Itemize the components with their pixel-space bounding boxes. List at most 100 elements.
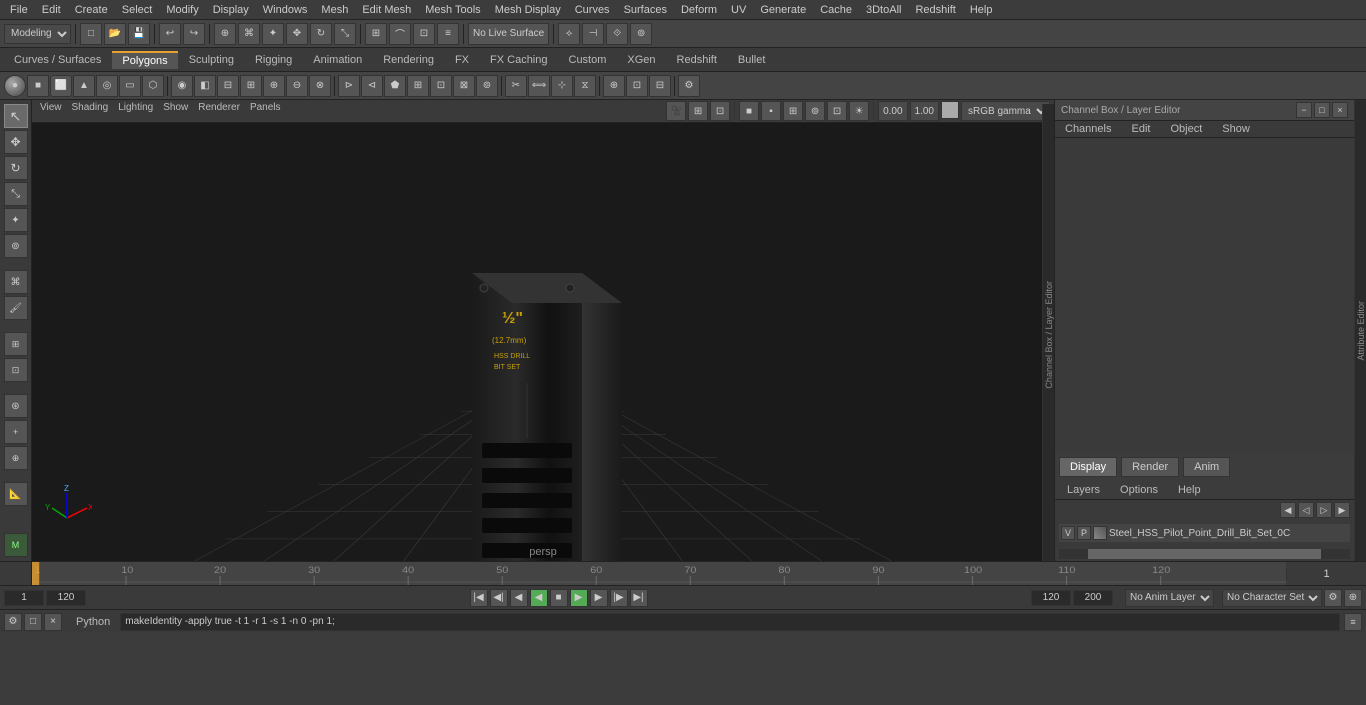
tab-animation[interactable]: Animation [303, 51, 372, 68]
shelf-mesh-separate[interactable]: ⊖ [286, 75, 308, 97]
tab-curves-surfaces[interactable]: Curves / Surfaces [4, 51, 111, 68]
shelf-nurbs-cylinder[interactable]: ⊟ [217, 75, 239, 97]
viewport-3d[interactable]: ½" (12.7mm) HSS DRILL BIT SET X [32, 123, 1054, 561]
tab-custom[interactable]: Custom [559, 51, 617, 68]
layer-playback-btn[interactable]: P [1077, 526, 1091, 540]
maya-logo-btn[interactable]: M [4, 533, 28, 557]
tweak-btn[interactable]: ⟐ [606, 23, 628, 45]
shelf-cylinder[interactable]: ⬜ [50, 75, 72, 97]
shelf-insert-loop[interactable]: ⟺ [528, 75, 550, 97]
menu-display[interactable]: Display [207, 3, 255, 17]
tab-rendering[interactable]: Rendering [373, 51, 444, 68]
play-end-field[interactable]: 120 [46, 590, 86, 606]
universal-manip-btn[interactable]: ✦ [4, 208, 28, 232]
shelf-nurbs-sphere[interactable]: ◉ [171, 75, 193, 97]
win-close-btn[interactable]: × [44, 613, 62, 631]
win-settings-btn[interactable]: ⚙ [4, 613, 22, 631]
menu-mesh-display[interactable]: Mesh Display [489, 3, 567, 17]
rotate-btn[interactable]: ↻ [310, 23, 332, 45]
scale-tool-btn[interactable]: ⤡ [4, 182, 28, 206]
shelf-bridge[interactable]: ⊲ [361, 75, 383, 97]
soft-select-btn[interactable]: ⟡ [558, 23, 580, 45]
shelf-more2[interactable]: ⊡ [626, 75, 648, 97]
menu-deform[interactable]: Deform [675, 3, 723, 17]
move-tool-btn[interactable]: ✥ [4, 130, 28, 154]
shelf-more1[interactable]: ⊕ [603, 75, 625, 97]
menu-generate[interactable]: Generate [754, 3, 812, 17]
sculpt-btn[interactable]: ⊛ [4, 394, 28, 418]
menu-uv[interactable]: UV [725, 3, 752, 17]
layer-nav-left[interactable]: ◀ [1280, 502, 1296, 518]
channel-box-strip[interactable]: Channel Box / Layer Editor [1042, 104, 1054, 565]
lasso-btn[interactable]: ⌘ [238, 23, 260, 45]
go-end-btn[interactable]: ▶| [630, 589, 648, 607]
vp-grid-btn[interactable]: ⊞ [688, 101, 708, 121]
cb-close-btn[interactable]: × [1332, 102, 1348, 118]
vp-smooth-shade-btn[interactable]: ■ [739, 101, 759, 121]
select-tool-btn[interactable]: ↖ [4, 104, 28, 128]
cb-tab-channels[interactable]: Channels [1055, 121, 1121, 137]
menu-redshift[interactable]: Redshift [909, 3, 961, 17]
script-editor-btn[interactable]: ≡ [1344, 613, 1362, 631]
live-surface-btn[interactable]: No Live Surface [468, 23, 549, 45]
tab-fx[interactable]: FX [445, 51, 479, 68]
vp-texture-btn[interactable]: ⊡ [827, 101, 847, 121]
scale-btn[interactable]: ⤡ [334, 23, 356, 45]
step-fwd-btn[interactable]: ▶ [590, 589, 608, 607]
play-fwd-btn[interactable]: ▶ [570, 589, 588, 607]
cb-minimize-btn[interactable]: − [1296, 102, 1312, 118]
cb-tab-show[interactable]: Show [1212, 121, 1260, 137]
menu-create[interactable]: Create [69, 3, 114, 17]
shelf-cube[interactable]: ■ [27, 75, 49, 97]
shelf-nurbs-cube[interactable]: ◧ [194, 75, 216, 97]
menu-mesh-tools[interactable]: Mesh Tools [419, 3, 486, 17]
paint-btn[interactable]: ✦ [262, 23, 284, 45]
shelf-fill-hole[interactable]: ⊡ [430, 75, 452, 97]
tab-rigging[interactable]: Rigging [245, 51, 302, 68]
tab-sculpting[interactable]: Sculpting [179, 51, 244, 68]
tab-bullet[interactable]: Bullet [728, 51, 776, 68]
menu-edit-mesh[interactable]: Edit Mesh [356, 3, 417, 17]
shelf-extract[interactable]: ⊗ [309, 75, 331, 97]
move-btn[interactable]: ✥ [286, 23, 308, 45]
select-mode-btn[interactable]: ⊕ [214, 23, 236, 45]
save-file-btn[interactable]: 💾 [128, 23, 150, 45]
vp-wire-on-shade-btn[interactable]: ⊞ [783, 101, 803, 121]
new-scene-btn[interactable]: □ [80, 23, 102, 45]
layer-scrollbar[interactable] [1059, 549, 1350, 559]
snap-surface-btn[interactable]: ≡ [437, 23, 459, 45]
shelf-bevel[interactable]: ⬟ [384, 75, 406, 97]
shelf-cut[interactable]: ✂ [505, 75, 527, 97]
time-ruler[interactable]: 1 10 20 30 40 50 60 70 80 90 100 110 120 [32, 562, 1286, 585]
vp-color-badge[interactable] [941, 101, 959, 119]
shelf-wedge[interactable]: ⧖ [574, 75, 596, 97]
layer-visibility-btn[interactable]: V [1061, 526, 1075, 540]
cb-maximize-btn[interactable]: □ [1314, 102, 1330, 118]
step-back-btn[interactable]: ◀ [510, 589, 528, 607]
subtab-layers[interactable]: Layers [1059, 483, 1108, 497]
disp-tab-display[interactable]: Display [1059, 457, 1117, 477]
tab-redshift[interactable]: Redshift [667, 51, 727, 68]
layer-nav-right[interactable]: ▶ [1334, 502, 1350, 518]
vp-menu-show[interactable]: Show [159, 101, 192, 121]
vp-color-profile-select[interactable]: sRGB gamma [961, 101, 1050, 121]
shelf-cone[interactable]: ▲ [73, 75, 95, 97]
quick-sel-btn[interactable]: + [4, 420, 28, 444]
disp-tab-anim[interactable]: Anim [1183, 457, 1230, 477]
play-range-end[interactable]: 200 [1073, 590, 1113, 606]
vp-menu-renderer[interactable]: Renderer [194, 101, 244, 121]
shelf-subdiv[interactable]: ⊞ [240, 75, 262, 97]
measure-btn[interactable]: 📐 [4, 482, 28, 506]
vp-flat-shade-btn[interactable]: ▪ [761, 101, 781, 121]
snap-grid-btn[interactable]: ⊞ [365, 23, 387, 45]
vp-camera-btn[interactable]: 🎥 [666, 101, 686, 121]
tab-fx-caching[interactable]: FX Caching [480, 51, 557, 68]
layer-nav-right2[interactable]: ▷ [1316, 502, 1332, 518]
play-start-field[interactable]: 1 [4, 590, 44, 606]
cb-tab-object[interactable]: Object [1160, 121, 1212, 137]
open-file-btn[interactable]: 📂 [104, 23, 126, 45]
shelf-mesh-combine[interactable]: ⊕ [263, 75, 285, 97]
menu-file[interactable]: File [4, 3, 34, 17]
play-back-btn[interactable]: ◀ [530, 589, 548, 607]
snap-btn[interactable]: ⊡ [4, 358, 28, 382]
